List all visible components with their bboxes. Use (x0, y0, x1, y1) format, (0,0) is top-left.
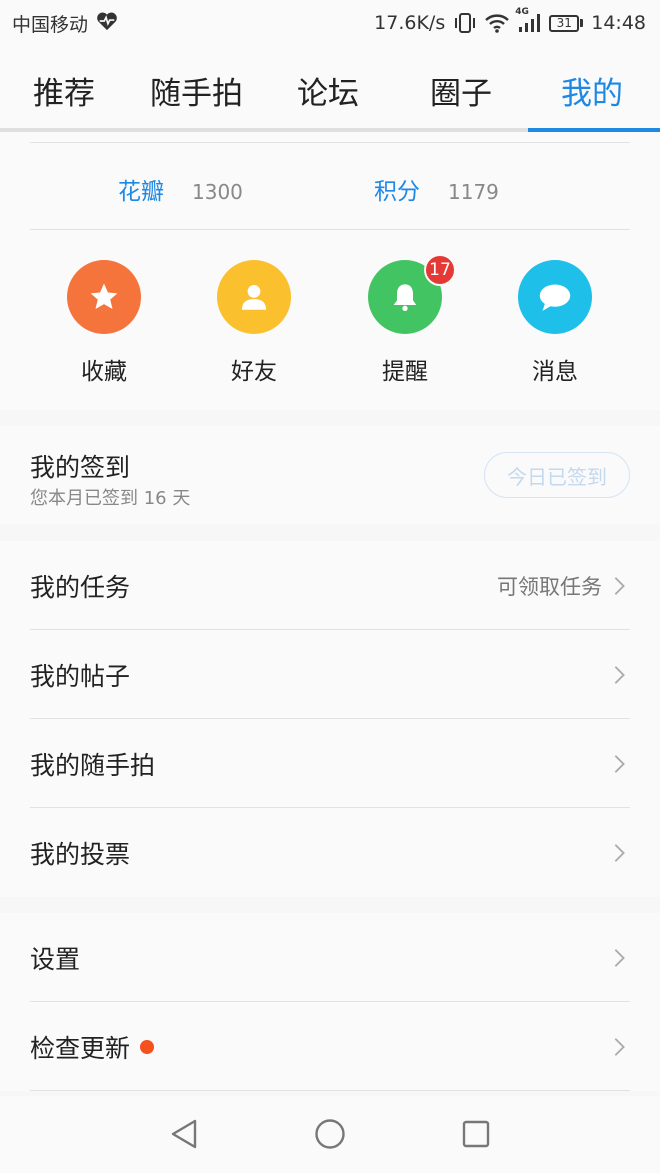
signal-icon: 4G (515, 7, 541, 33)
update-available-dot (140, 1039, 155, 1054)
sign-in-summary: 您本月已签到 16 天 (30, 488, 191, 509)
tab-snapshot[interactable]: 随手拍 (150, 68, 243, 113)
shortcut-reminders-label: 提醒 (382, 359, 428, 385)
stat-petals-label: 花瓣 (118, 179, 164, 205)
heart-rate-icon (96, 11, 118, 36)
top-tab-bar: 推荐 随手拍 论坛 圈子 我的 (0, 46, 660, 132)
stat-points[interactable]: 积分 1179 (374, 172, 499, 206)
divider (30, 229, 630, 230)
battery-icon: 31 (549, 14, 584, 32)
shortcut-reminders[interactable]: 17 提醒 (345, 254, 465, 386)
list-item-label: 我的帖子 (30, 661, 131, 691)
recents-square-icon[interactable] (458, 1116, 494, 1152)
stat-points-label: 积分 (374, 179, 420, 205)
list-item-label: 我的投票 (30, 839, 131, 869)
back-triangle-icon[interactable] (166, 1116, 202, 1152)
system-navigation-bar (0, 1096, 660, 1173)
tab-circles[interactable]: 圈子 (430, 68, 492, 113)
shortcut-friends[interactable]: 好友 (194, 260, 314, 386)
list-item-my-snapshots[interactable]: 我的随手拍 (0, 719, 660, 808)
available-tasks-hint: 可领取任务 (497, 574, 602, 599)
clock: 14:48 (591, 12, 646, 34)
list-item-my-tasks[interactable]: 我的任务 可领取任务 (0, 541, 660, 630)
stat-points-value: 1179 (448, 180, 499, 204)
chevron-right-icon (614, 948, 625, 967)
list-item-check-update[interactable]: 检查更新 (0, 1002, 660, 1091)
chevron-right-icon (614, 843, 625, 862)
person-icon (217, 260, 291, 334)
carrier-name: 中国移动 (12, 13, 89, 36)
battery-level: 31 (549, 14, 580, 32)
tab-recommend[interactable]: 推荐 (33, 68, 95, 113)
list-item-label: 设置 (30, 944, 81, 974)
reminder-count-badge: 17 (424, 254, 456, 286)
list-item-label: 检查更新 (30, 1033, 131, 1063)
bell-icon: 17 (368, 254, 456, 334)
settings-list: 设置 检查更新 (0, 913, 660, 1091)
list-item-label: 我的随手拍 (30, 750, 156, 780)
list-item-label: 我的任务 (30, 572, 131, 602)
tab-forum[interactable]: 论坛 (297, 68, 359, 113)
sign-in-card: 我的签到 您本月已签到 16 天 今日已签到 (0, 426, 660, 524)
home-circle-icon[interactable] (312, 1116, 348, 1152)
chevron-right-icon (614, 665, 625, 684)
signed-in-today-button[interactable]: 今日已签到 (484, 452, 630, 498)
profile-summary-card: 花瓣 1300 积分 1179 收藏 好友 17 提醒 消息 (0, 132, 660, 410)
shortcut-favorites-label: 收藏 (81, 359, 127, 385)
wifi-icon (485, 13, 510, 33)
tab-mine[interactable]: 我的 (561, 68, 623, 113)
shortcut-favorites[interactable]: 收藏 (44, 260, 164, 386)
shortcut-friends-label: 好友 (231, 359, 277, 385)
status-bar: 中国移动 17.6K/s 4G 31 14:48 (0, 0, 660, 46)
list-item-my-posts[interactable]: 我的帖子 (0, 630, 660, 719)
star-icon (67, 260, 141, 334)
divider (30, 142, 630, 143)
list-item-my-votes[interactable]: 我的投票 (0, 808, 660, 897)
sign-in-title: 我的签到 (30, 453, 131, 482)
chevron-right-icon (614, 1037, 625, 1056)
network-type: 4G (515, 7, 529, 17)
shortcut-messages[interactable]: 消息 (495, 260, 615, 386)
stat-petals[interactable]: 花瓣 1300 (118, 172, 243, 206)
shortcut-messages-label: 消息 (532, 359, 578, 385)
my-content-list: 我的任务 可领取任务 我的帖子 我的随手拍 我的投票 (0, 541, 660, 897)
chat-bubble-icon (518, 260, 592, 334)
chevron-right-icon (614, 576, 625, 595)
stat-petals-value: 1300 (192, 180, 243, 204)
net-speed: 17.6K/s (374, 12, 446, 34)
vibrate-icon (453, 12, 477, 34)
list-item-settings[interactable]: 设置 (0, 913, 660, 1002)
chevron-right-icon (614, 754, 625, 773)
